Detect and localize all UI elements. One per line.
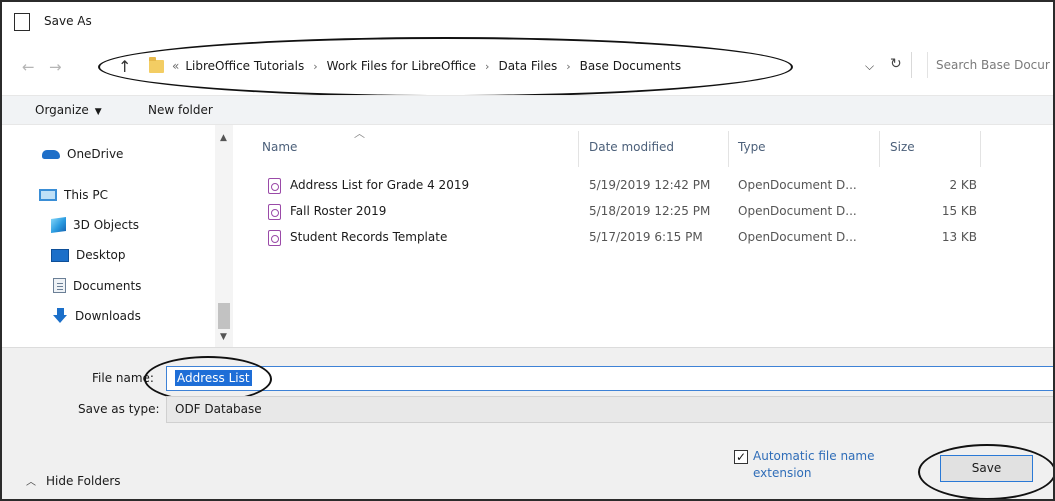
save-as-type-value: ODF Database [175, 402, 262, 416]
file-size: 13 KB [941, 230, 977, 244]
sidebar-item-label: OneDrive [67, 147, 124, 161]
organize-label: Organize [35, 103, 89, 117]
sort-ascending-icon: ︿ [354, 127, 365, 140]
scroll-down-icon[interactable]: ▼ [220, 332, 227, 342]
sidebar-item-label: 3D Objects [73, 218, 140, 232]
sidebar-item-label: This PC [64, 188, 108, 202]
new-folder-button[interactable]: New folder [148, 103, 213, 117]
file-name-field[interactable]: Address List [166, 366, 1053, 391]
file-type: OpenDocument D... [738, 204, 857, 218]
sidebar-item-desktop[interactable]: Desktop [51, 248, 126, 262]
file-size: 15 KB [941, 204, 977, 218]
file-name: Student Records Template [290, 230, 448, 244]
column-divider[interactable] [728, 131, 729, 167]
refresh-icon[interactable]: ↻ [890, 56, 902, 72]
table-row[interactable]: Fall Roster 2019 5/18/2019 12:25 PM Open… [234, 199, 1053, 225]
forward-arrow-icon[interactable]: → [49, 58, 62, 76]
file-list: ︿ Name Date modified Type Size Address L… [234, 125, 1053, 347]
sidebar-item-label: Downloads [75, 308, 141, 323]
back-arrow-icon[interactable]: ← [22, 58, 35, 76]
chevron-up-icon: ︿ [26, 477, 36, 488]
chevron-down-icon[interactable]: ⌵ [865, 59, 874, 74]
column-divider[interactable] [578, 131, 579, 167]
database-file-icon [268, 230, 281, 246]
pc-icon [39, 189, 57, 201]
auto-extension-checkbox[interactable]: ✓ [734, 450, 748, 464]
3d-objects-icon [51, 216, 66, 234]
scroll-up-icon[interactable]: ▲ [220, 133, 227, 143]
file-name: Fall Roster 2019 [290, 204, 387, 218]
auto-extension-label[interactable]: Automatic file name extension [753, 448, 903, 482]
table-row[interactable]: Address List for Grade 4 2019 5/19/2019 … [234, 173, 1053, 199]
database-file-icon [268, 178, 281, 194]
sidebar-item-3d-objects[interactable]: 3D Objects [51, 216, 140, 234]
title-bar: Save As [2, 2, 1053, 40]
database-file-icon [268, 204, 281, 220]
save-options-panel: File name: Address List Save as type: OD… [2, 347, 1053, 499]
column-header-type[interactable]: Type [738, 140, 766, 154]
column-divider[interactable] [980, 131, 981, 167]
divider [911, 52, 912, 78]
file-name: Address List for Grade 4 2019 [290, 178, 470, 192]
column-header-size[interactable]: Size [890, 140, 915, 154]
file-date: 5/18/2019 12:25 PM [589, 204, 711, 218]
column-header-date[interactable]: Date modified [589, 140, 674, 154]
caret-down-icon: ▼ [94, 107, 102, 117]
desktop-icon [51, 248, 69, 262]
sidebar-item-this-pc[interactable]: This PC [39, 188, 108, 202]
window-title: Save As [44, 14, 92, 28]
annotation-ellipse-address [98, 37, 793, 97]
table-row[interactable]: Student Records Template 5/17/2019 6:15 … [234, 225, 1053, 251]
column-header-name[interactable]: Name [262, 140, 297, 154]
save-as-type-label: Save as type: [78, 402, 160, 416]
sidebar-item-documents[interactable]: Documents [53, 278, 141, 293]
downloads-icon [53, 308, 68, 323]
column-divider[interactable] [879, 131, 880, 167]
file-date: 5/17/2019 6:15 PM [589, 230, 703, 244]
window-icon [14, 13, 30, 31]
hide-folders-label: Hide Folders [46, 473, 121, 488]
organize-button[interactable]: Organize ▼ [35, 103, 102, 117]
sidebar-item-onedrive[interactable]: OneDrive [42, 147, 123, 161]
onedrive-icon [42, 149, 60, 159]
documents-icon [53, 278, 66, 293]
nav-scrollbar[interactable]: ▲ ▼ [215, 125, 233, 347]
sidebar-item-label: Documents [73, 278, 142, 293]
navigation-pane: OneDrive This PC 3D Objects Desktop Docu… [2, 125, 234, 347]
search-input[interactable]: Search Base Docur [927, 52, 1053, 78]
file-type: OpenDocument D... [738, 178, 857, 192]
sidebar-item-downloads[interactable]: Downloads [53, 308, 141, 323]
file-size: 2 KB [949, 178, 977, 192]
hide-folders-button[interactable]: ︿ Hide Folders [26, 473, 121, 489]
file-date: 5/19/2019 12:42 PM [589, 178, 711, 192]
sidebar-item-label: Desktop [76, 248, 126, 262]
save-as-dialog: Save As ← → ↑ « LibreOffice Tutorials › … [0, 0, 1055, 501]
scrollbar-thumb[interactable] [218, 303, 230, 329]
command-bar: Organize ▼ New folder [2, 95, 1053, 125]
save-as-type-select[interactable]: ODF Database [166, 396, 1053, 423]
file-type: OpenDocument D... [738, 230, 857, 244]
annotation-ellipse-save [918, 444, 1053, 499]
